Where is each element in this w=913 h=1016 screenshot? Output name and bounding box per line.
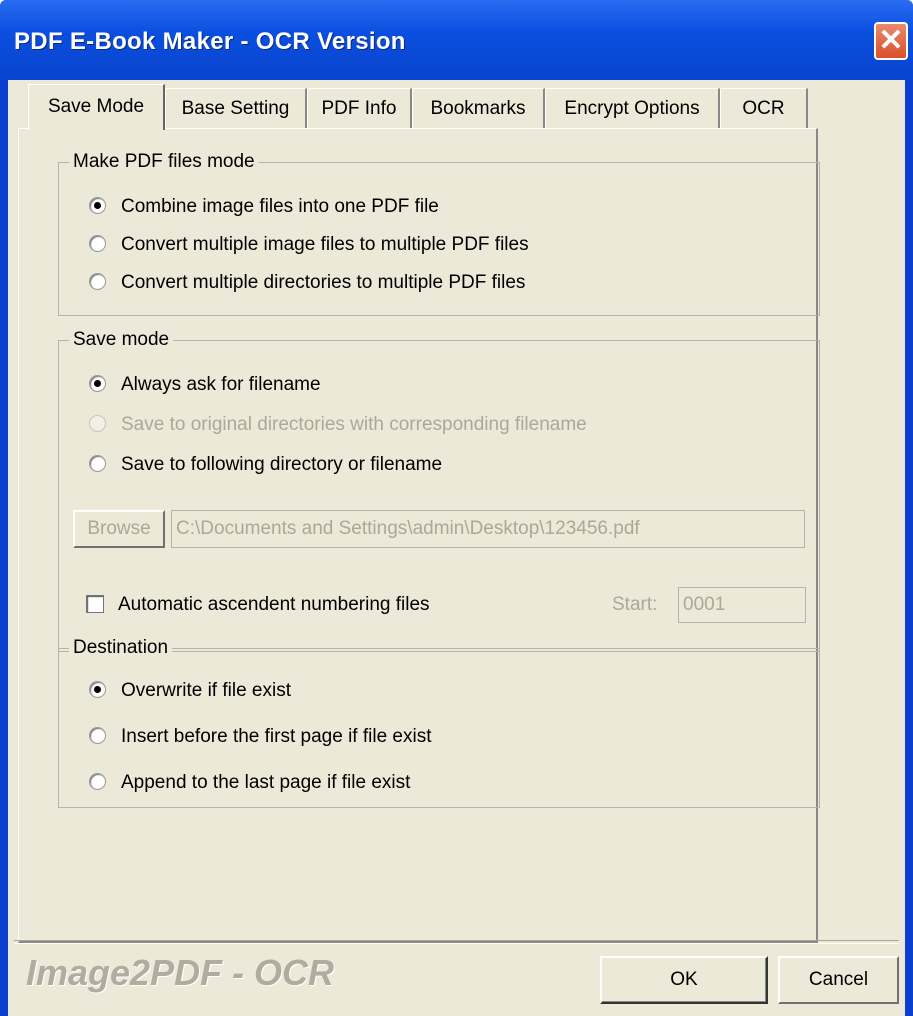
cancel-button[interactable]: Cancel <box>778 956 899 1004</box>
brand-logo-text: Image2PDF - OCR <box>26 952 335 993</box>
radio-label: Append to the last page if file exist <box>121 772 411 793</box>
group-legend: Make PDF files mode <box>69 150 259 174</box>
title-bar[interactable]: PDF E-Book Maker - OCR Version ✕ <box>0 0 913 80</box>
close-icon: ✕ <box>878 24 904 57</box>
radio-label: Convert multiple directories to multiple… <box>121 272 526 293</box>
ok-button[interactable]: OK <box>600 956 768 1004</box>
start-number-input[interactable]: 0001 <box>678 587 806 623</box>
save-path-input[interactable]: C:\Documents and Settings\admin\Desktop\… <box>171 510 805 548</box>
radio-label: Overwrite if file exist <box>121 680 291 701</box>
make-pdf-mode-group: Make PDF files mode Combine image files … <box>58 150 820 316</box>
window-title: PDF E-Book Maker - OCR Version <box>14 28 406 55</box>
checkbox-label: Automatic ascendent numbering files <box>118 594 430 615</box>
radio-icon[interactable] <box>89 235 106 252</box>
radio-icon[interactable] <box>89 773 106 790</box>
radio-icon <box>89 415 106 432</box>
radio-icon[interactable] <box>89 197 106 214</box>
close-button[interactable]: ✕ <box>874 22 908 60</box>
destination-group: Destination Overwrite if file exist Inse… <box>58 636 820 808</box>
tab-ocr[interactable]: OCR <box>720 88 808 128</box>
footer-separator <box>14 940 899 944</box>
tab-encrypt-options[interactable]: Encrypt Options <box>545 88 720 128</box>
radio-label: Save to following directory or filename <box>121 454 443 475</box>
tab-save-mode[interactable]: Save Mode <box>28 84 165 130</box>
browse-button[interactable]: Browse <box>73 510 165 548</box>
radio-label: Insert before the first page if file exi… <box>121 726 432 747</box>
radio-icon[interactable] <box>89 273 106 290</box>
group-legend: Save mode <box>69 328 174 352</box>
dialog-client: Save Mode Base Setting PDF Info Bookmark… <box>8 80 905 1016</box>
radio-label: Combine image files into one PDF file <box>121 196 439 217</box>
checkbox-icon[interactable] <box>86 595 104 613</box>
radio-icon[interactable] <box>89 681 106 698</box>
tab-bookmarks[interactable]: Bookmarks <box>412 88 545 128</box>
radio-icon[interactable] <box>89 375 106 392</box>
tab-base-setting[interactable]: Base Setting <box>165 88 307 128</box>
start-label: Start: <box>612 594 658 615</box>
radio-label: Always ask for filename <box>121 374 321 395</box>
tab-pdf-info[interactable]: PDF Info <box>307 88 412 128</box>
dialog-window: PDF E-Book Maker - OCR Version ✕ Save Mo… <box>0 0 913 1016</box>
radio-label: Convert multiple image files to multiple… <box>121 234 529 255</box>
radio-label: Save to original directories with corres… <box>121 414 587 435</box>
group-legend: Destination <box>69 636 173 660</box>
radio-icon[interactable] <box>89 727 106 744</box>
radio-icon[interactable] <box>89 455 106 472</box>
